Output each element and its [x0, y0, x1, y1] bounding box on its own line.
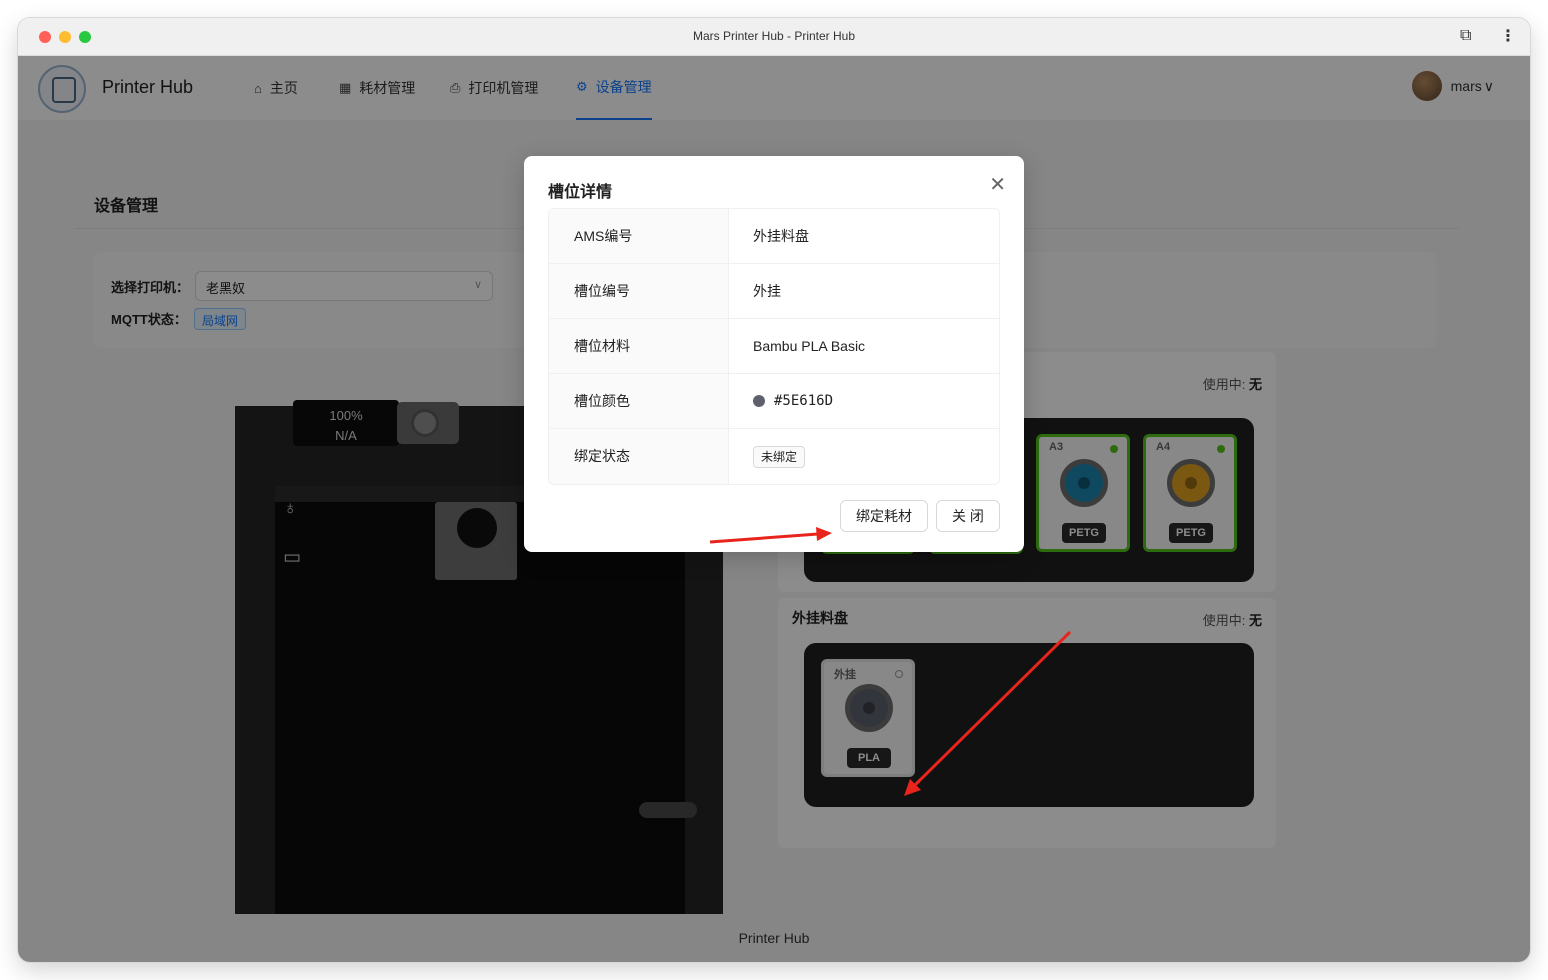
detail-label: 槽位材料 — [549, 319, 729, 373]
detail-label: 槽位颜色 — [549, 374, 729, 428]
modal-title: 槽位详情 — [548, 184, 613, 201]
color-hex: #5E616D — [774, 392, 834, 409]
detail-value-binding: 未绑定 — [729, 429, 999, 484]
detail-value: 外挂 — [753, 282, 781, 299]
detail-row-ams: AMS编号 外挂料盘 — [549, 209, 999, 264]
detail-row-binding: 绑定状态 未绑定 — [549, 429, 999, 484]
binding-status-badge: 未绑定 — [753, 445, 806, 468]
extension-icon[interactable]: ⧉ — [1460, 27, 1480, 47]
bind-filament-button[interactable]: 绑定耗材 — [840, 500, 928, 532]
detail-label: 绑定状态 — [549, 429, 729, 484]
color-swatch — [753, 395, 765, 407]
app-body: Printer Hub ⌂ 主页 ▦ 耗材管理 ⎙ 打印机管理 ⚙ 设备管理 m… — [18, 56, 1530, 962]
window-title: Mars Printer Hub - Printer Hub — [692, 29, 856, 43]
detail-row-material: 槽位材料 Bambu PLA Basic — [549, 319, 999, 374]
detail-label: 槽位编号 — [549, 264, 729, 318]
detail-row-color: 槽位颜色 #5E616D — [549, 374, 999, 429]
title-bar: Mars Printer Hub - Printer Hub ⧉ ⋮ — [18, 18, 1530, 56]
slot-detail-table: AMS编号 外挂料盘 槽位编号 外挂 槽位材料 Bambu PLA Basic … — [548, 208, 1000, 485]
more-menu-icon[interactable]: ⋮ — [1500, 26, 1516, 46]
detail-label: AMS编号 — [549, 209, 729, 263]
close-button[interactable]: 关 闭 — [936, 500, 1000, 532]
detail-value: Bambu PLA Basic — [753, 337, 866, 354]
close-icon[interactable]: ✕ — [989, 172, 1006, 197]
slot-detail-modal: 槽位详情 ✕ AMS编号 外挂料盘 槽位编号 外挂 槽位材料 Bambu PLA… — [524, 156, 1024, 552]
detail-value: 外挂料盘 — [753, 227, 809, 244]
detail-value-color: #5E616D — [729, 374, 999, 428]
app-window: Mars Printer Hub - Printer Hub ⧉ ⋮ Print… — [18, 18, 1530, 962]
detail-row-slot: 槽位编号 外挂 — [549, 264, 999, 319]
